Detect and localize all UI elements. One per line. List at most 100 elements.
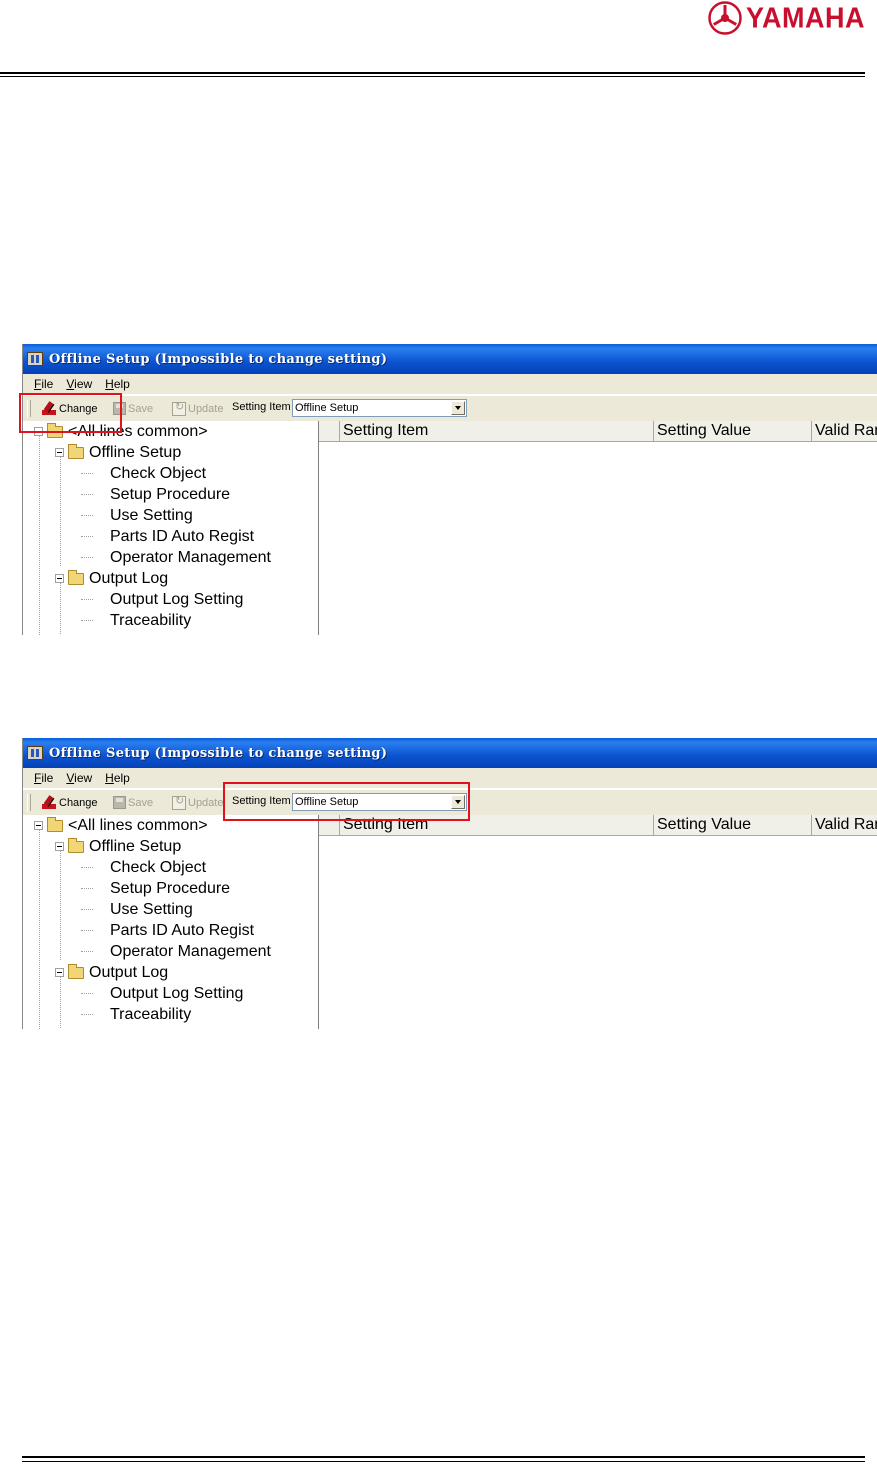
tree-item-label: Parts ID Auto Regist [110,921,255,939]
setting-item-combo[interactable]: Offline Setup [292,399,467,417]
column-header-valid-range[interactable]: Valid Ran [811,815,877,835]
menu-help[interactable]: Help [105,771,130,785]
settings-grid: Setting Item Setting Value Valid Ran [319,421,877,635]
tree-connector [81,536,93,537]
folder-icon [68,837,84,853]
highlight-box [19,393,122,433]
settings-tree: <All lines common> Offline Setup Check O… [23,815,319,1029]
tree-connector [81,1014,93,1015]
tree-item[interactable]: Traceability [110,610,191,631]
tree-connector [81,951,93,952]
refresh-icon [172,400,186,416]
dropdown-arrow-icon[interactable] [451,401,465,415]
tree-item[interactable]: Parts ID Auto Regist [110,920,254,941]
setting-item-value: Offline Setup [295,402,359,414]
update-button[interactable]: Update [172,400,223,417]
collapse-icon[interactable] [55,968,64,977]
menu-label: ile [41,771,54,785]
column-header-setting-value[interactable]: Setting Value [653,815,811,835]
tree-group-output-log[interactable]: Output Log [55,568,168,589]
tree-connector [81,909,93,910]
tree-item[interactable]: Setup Procedure [110,484,230,505]
menu-label: iew [74,377,93,391]
collapse-icon[interactable] [34,821,43,830]
save-label: Save [128,796,154,809]
window-titlebar[interactable]: Offline Setup (Impossible to change sett… [23,344,877,374]
window-title: Offline Setup (Impossible to change sett… [49,351,388,367]
tree-connector [81,993,93,994]
tree-item-label: Use Setting [110,900,193,918]
window-titlebar[interactable]: Offline Setup (Impossible to change sett… [23,738,877,768]
menu-file[interactable]: File [34,377,53,391]
tree-connector [81,930,93,931]
tree-item-label: Output Log Setting [110,590,244,608]
tree-item-label: Check Object [110,464,207,482]
app-icon [27,352,43,366]
menu-accelerator: V [66,771,75,785]
tree-item-root[interactable]: <All lines common> [34,815,208,836]
tree-item[interactable]: Setup Procedure [110,878,230,899]
menu-accelerator: V [66,377,75,391]
menu-label: iew [74,771,93,785]
column-header-valid-range[interactable]: Valid Ran [811,421,877,441]
app-icon [27,746,43,760]
tree-item-label: Check Object [110,858,207,876]
tree-item-label: Operator Management [110,548,271,566]
pencil-eraser-icon [41,796,57,810]
tree-item[interactable]: Operator Management [110,547,271,568]
highlight-box [223,782,470,821]
floppy-disk-icon [113,796,126,809]
tree-connector [81,867,93,868]
update-button[interactable]: Update [172,794,223,811]
tree-group-label: Offline Setup [89,443,182,461]
tree-guide-line [60,452,61,566]
tree-item-label: Traceability [110,1005,192,1023]
menu-help[interactable]: Help [105,377,130,391]
header-rule-thin [0,76,865,77]
tree-item[interactable]: Use Setting [110,505,193,526]
save-button[interactable]: Save [113,794,153,811]
menu-view[interactable]: View [66,377,92,391]
brand-wordmark: YAMAHA [745,1,865,34]
tree-group-offline-setup[interactable]: Offline Setup [55,836,181,857]
refresh-icon [172,794,186,810]
yamaha-logo: YAMAHA [708,0,865,36]
column-header-setting-value[interactable]: Setting Value [653,421,811,441]
tree-item[interactable]: Traceability [110,1004,191,1025]
menu-label: elp [113,377,130,391]
tree-item-label: Operator Management [110,942,271,960]
tree-item[interactable]: Operator Management [110,941,271,962]
tree-group-offline-setup[interactable]: Offline Setup [55,442,181,463]
change-button[interactable]: Change [41,794,98,811]
tree-connector [81,557,93,558]
tree-item[interactable]: Use Setting [110,899,193,920]
tree-item[interactable]: Parts ID Auto Regist [110,526,254,547]
collapse-icon[interactable] [55,842,64,851]
tree-connector [81,888,93,889]
toolbar: Change Save Update Setting Item Offline … [23,395,877,422]
tree-item-label: Output Log Setting [110,984,244,1002]
menu-file[interactable]: File [34,771,53,785]
header-rule [0,72,865,74]
tree-item[interactable]: Output Log Setting [110,983,243,1004]
tree-item-label: Use Setting [110,506,193,524]
tree-item[interactable]: Check Object [110,463,206,484]
folder-icon [68,443,84,459]
tree-root-label: <All lines common> [68,816,208,834]
tree-item-label: Setup Procedure [110,485,231,503]
menu-view[interactable]: View [66,771,92,785]
collapse-icon[interactable] [55,448,64,457]
tree-item[interactable]: Output Log Setting [110,589,243,610]
column-header-setting-item[interactable]: Setting Item [339,421,653,441]
tree-item[interactable]: Check Object [110,857,206,878]
toolbar-grip[interactable] [27,794,31,811]
collapse-icon[interactable] [55,574,64,583]
menu-label: ile [41,377,54,391]
footer-rule-thin [22,1461,865,1462]
tree-connector [81,494,93,495]
footer-rule [22,1456,865,1458]
tree-group-output-log[interactable]: Output Log [55,962,168,983]
setting-item-label: Setting Item [232,401,291,413]
change-label: Change [59,796,98,809]
tree-connector [81,599,93,600]
